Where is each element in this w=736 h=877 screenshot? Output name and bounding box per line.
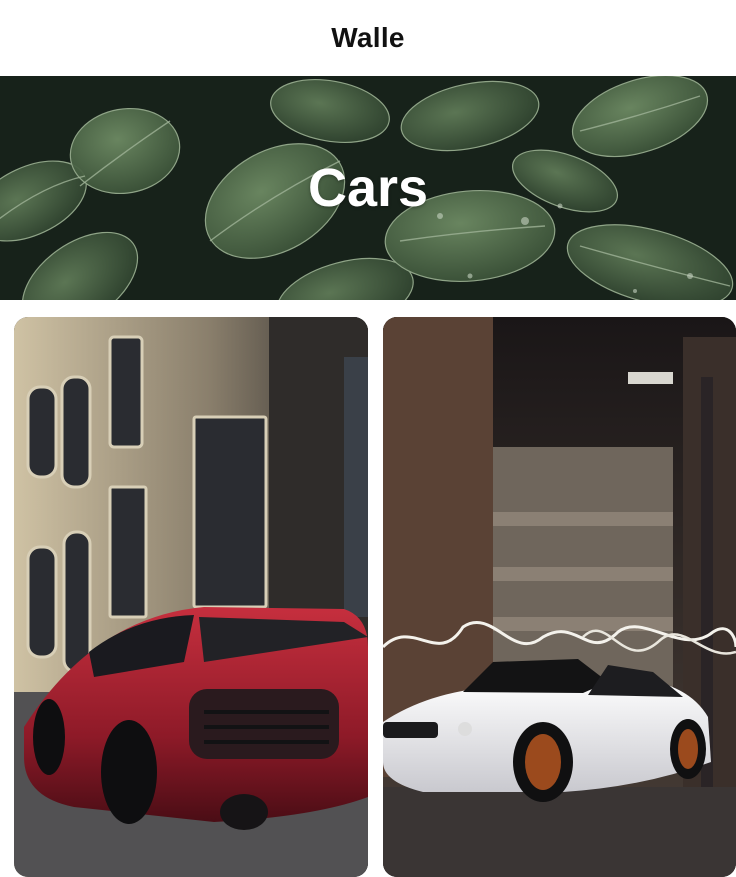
category-title: Cars [307, 158, 429, 218]
wallpaper-card-red-car[interactable] [14, 317, 368, 877]
app-title: Walle [331, 22, 405, 53]
red-sports-car-image [14, 317, 368, 877]
app-header: Walle [0, 0, 736, 76]
wallpaper-grid [0, 300, 736, 877]
white-muscle-car-image [383, 317, 736, 877]
category-banner: Cars [0, 76, 736, 300]
wallpaper-card-white-car[interactable] [383, 317, 736, 877]
